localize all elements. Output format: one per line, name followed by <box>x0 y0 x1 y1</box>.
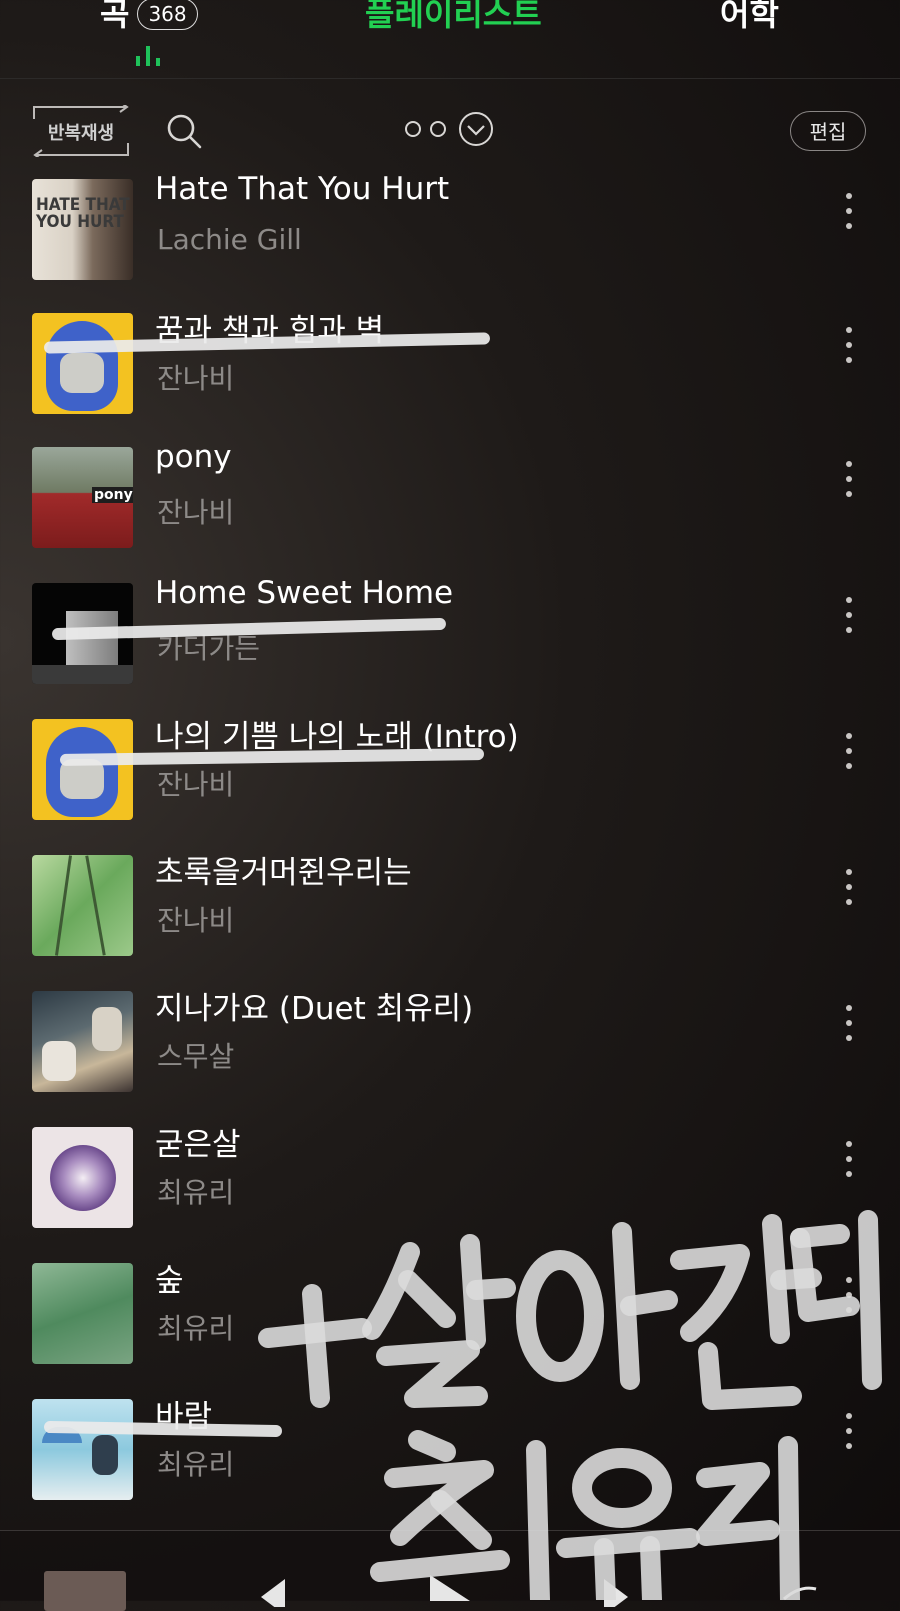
album-cover: pony <box>32 447 133 548</box>
view-options-toggle-icon[interactable] <box>404 109 496 149</box>
more-options-icon[interactable] <box>838 1409 862 1453</box>
repeat-button[interactable]: 반복재생 <box>32 105 130 157</box>
album-cover <box>32 1399 133 1500</box>
album-cover <box>32 719 133 820</box>
song-artist: 잔나비 <box>157 904 235 937</box>
song-title: pony <box>155 439 232 475</box>
tab-language[interactable]: 어학 <box>720 0 779 36</box>
song-row[interactable]: Home Sweet Home 카더가든 <box>0 575 900 711</box>
more-options-icon[interactable] <box>838 1137 862 1181</box>
song-artist: 최유리 <box>157 1448 235 1481</box>
album-cover <box>32 991 133 1092</box>
top-tab-bar: 곡 368 플레이리스트 어학 <box>0 0 900 79</box>
song-title: 숲 <box>155 1263 184 1299</box>
more-options-icon[interactable] <box>838 593 862 637</box>
song-artist: 최유리 <box>157 1312 235 1345</box>
song-title: Hate That You Hurt <box>155 175 450 207</box>
song-row[interactable]: HATE THAT YOU HURT Hate That You Hurt La… <box>0 175 900 307</box>
album-cover <box>32 1263 133 1364</box>
previous-track-icon[interactable] <box>255 1577 305 1607</box>
now-playing-cover <box>44 1571 126 1611</box>
play-icon[interactable] <box>420 1571 480 1601</box>
songs-count-badge: 368 <box>137 0 198 30</box>
song-row[interactable]: pony pony 잔나비 <box>0 439 900 575</box>
song-artist: 잔나비 <box>157 496 235 529</box>
album-cover: HATE THAT YOU HURT <box>32 179 133 280</box>
more-options-icon[interactable] <box>838 729 862 773</box>
song-title: 초록을거머쥔우리는 <box>155 855 412 891</box>
more-options-icon[interactable] <box>838 1273 862 1317</box>
album-cover-text: pony <box>92 487 133 503</box>
song-artist: 스무살 <box>157 1040 235 1073</box>
song-artist: 잔나비 <box>157 362 235 395</box>
song-artist: Lachie Gill <box>157 223 302 256</box>
album-cover-text: HATE THAT YOU HURT <box>36 195 130 232</box>
next-track-icon[interactable] <box>590 1577 640 1607</box>
song-list: HATE THAT YOU HURT Hate That You Hurt La… <box>0 175 900 1525</box>
more-options-icon[interactable] <box>838 189 862 233</box>
now-playing-equalizer-icon <box>136 44 166 66</box>
song-title: 지나가요 (Duet 최유리) <box>155 991 474 1027</box>
song-row[interactable]: 숲 최유리 <box>0 1255 900 1391</box>
song-row[interactable]: 바람 최유리 <box>0 1391 900 1525</box>
tab-songs-label: 곡 <box>100 0 130 33</box>
song-row[interactable]: 굳은살 최유리 <box>0 1119 900 1255</box>
more-options-icon[interactable] <box>838 323 862 367</box>
song-artist: 최유리 <box>157 1176 235 1209</box>
song-row[interactable]: 꿈과 책과 힘과 벽 잔나비 <box>0 305 900 441</box>
album-cover <box>32 1127 133 1228</box>
song-row[interactable]: 나의 기쁨 나의 노래 (Intro) 잔나비 <box>0 711 900 847</box>
more-options-icon[interactable] <box>838 1001 862 1045</box>
tab-songs[interactable]: 곡 368 <box>100 0 198 36</box>
album-cover <box>32 855 133 956</box>
tab-playlist[interactable]: 플레이리스트 <box>365 0 542 36</box>
song-title: Home Sweet Home <box>155 575 454 611</box>
song-title: 굳은살 <box>155 1127 241 1163</box>
playlist-toolbar: 반복재생 편집 <box>0 95 900 167</box>
edit-button[interactable]: 편집 <box>790 111 866 151</box>
mini-player[interactable] <box>0 1530 900 1611</box>
album-cover <box>32 313 133 414</box>
search-icon[interactable] <box>166 113 202 149</box>
more-options-icon[interactable] <box>838 457 862 501</box>
repeat-button-label: 반복재생 <box>47 123 115 144</box>
song-row[interactable]: 지나가요 (Duet 최유리) 스무살 <box>0 983 900 1119</box>
more-options-icon[interactable] <box>838 865 862 909</box>
song-artist: 잔나비 <box>157 768 235 801</box>
song-row[interactable]: 초록을거머쥔우리는 잔나비 <box>0 847 900 983</box>
playlist-queue-icon[interactable] <box>780 1581 840 1601</box>
